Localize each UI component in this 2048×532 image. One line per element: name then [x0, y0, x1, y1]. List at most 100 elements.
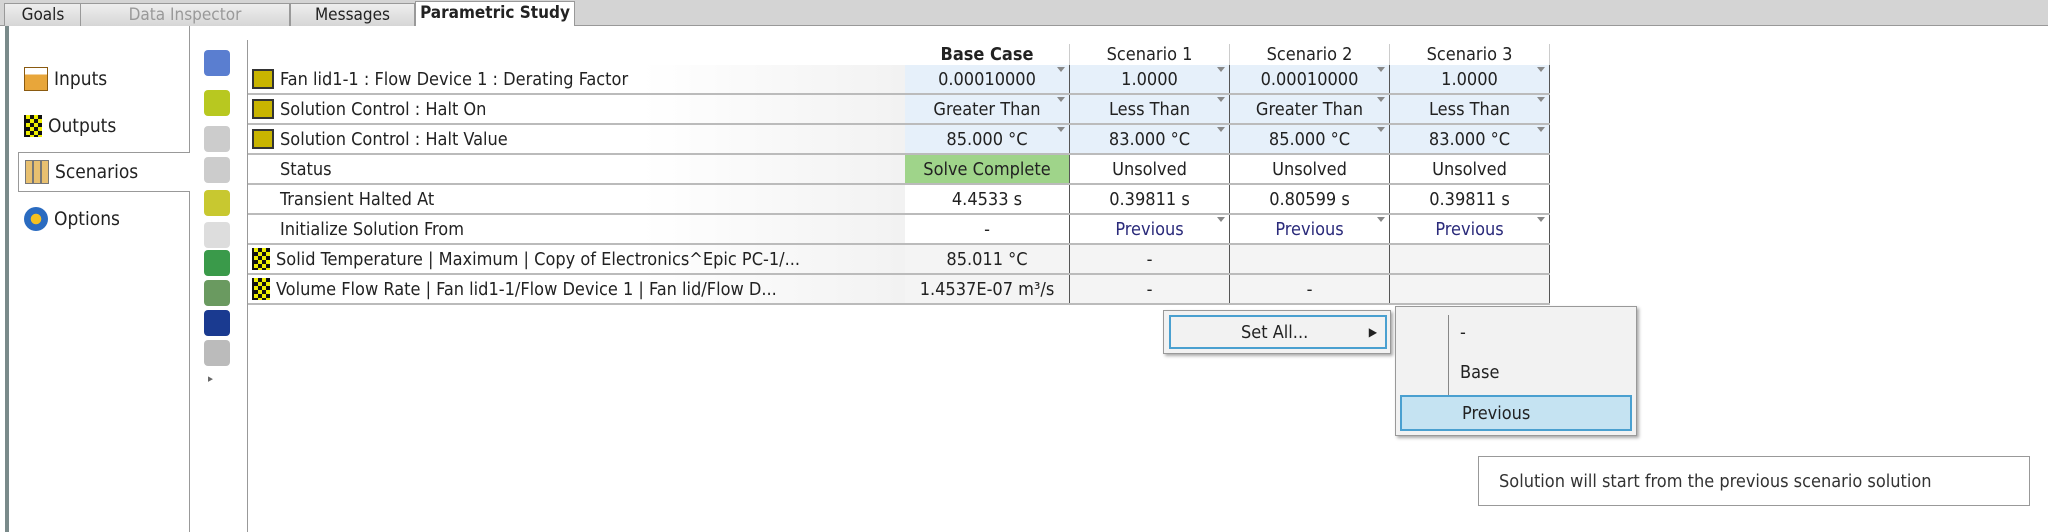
col-header[interactable]: Scenario 3: [1390, 44, 1550, 65]
checkered-flag-icon: [24, 115, 42, 137]
table-row: Transient Halted At 4.4533 s 0.39811 s 0.80…: [248, 185, 1550, 215]
import-icon[interactable]: [204, 190, 230, 216]
row-label: Initialize Solution From: [248, 215, 905, 243]
submenu-item-base[interactable]: Base: [1400, 355, 1632, 389]
col-header[interactable]: Scenario 2: [1230, 44, 1390, 65]
tab-messages[interactable]: Messages: [290, 3, 415, 26]
row-label: Solution Control : Halt Value: [248, 125, 905, 153]
tab-parametric-study[interactable]: Parametric Study: [415, 1, 575, 27]
cell: Solve Complete: [905, 155, 1070, 183]
cell[interactable]: 0.00010000: [1230, 65, 1390, 93]
cell: 1.4537E-07 m³/s: [905, 275, 1070, 303]
tab-goals[interactable]: Goals: [4, 3, 82, 26]
row-label-text: Transient Halted At: [280, 188, 435, 210]
nav-label: Options: [54, 208, 120, 230]
row-label-text: Solution Control : Halt On: [280, 98, 487, 120]
cell[interactable]: 85.000 °C: [1230, 125, 1390, 153]
row-label: Solid Temperature | Maximum | Copy of El…: [248, 245, 905, 273]
cell[interactable]: 85.000 °C: [905, 125, 1070, 153]
cell: 0.39811 s: [1070, 185, 1230, 213]
cell: 85.011 °C: [905, 245, 1070, 273]
cell[interactable]: Less Than: [1390, 95, 1550, 123]
submenu: - Base Previous: [1395, 306, 1637, 436]
cell: Unsolved: [1390, 155, 1550, 183]
row-label-text: Solid Temperature | Maximum | Copy of El…: [276, 248, 801, 270]
nav-label: Outputs: [48, 115, 117, 137]
tab-data-inspector[interactable]: Data Inspector: [80, 3, 290, 26]
cell[interactable]: 83.000 °C: [1070, 125, 1230, 153]
cell: -: [1070, 245, 1230, 273]
nav-options[interactable]: Options: [24, 199, 184, 239]
run-all-disabled-icon[interactable]: [204, 157, 230, 183]
hand-icon[interactable]: [204, 340, 230, 366]
cell[interactable]: 83.000 °C: [1390, 125, 1550, 153]
side-nav: Inputs Outputs Scenarios Options: [10, 26, 190, 532]
cell: -: [1230, 275, 1390, 303]
refresh-grid-icon[interactable]: [204, 50, 230, 76]
excel-import-icon[interactable]: [204, 280, 230, 306]
input-parameter-icon: [252, 129, 274, 149]
context-menu: Set All... ▶: [1163, 310, 1391, 354]
row-label: Transient Halted At: [248, 185, 905, 213]
folder-icon: [24, 67, 48, 91]
cell: 0.80599 s: [1230, 185, 1390, 213]
submenu-arrow-icon: ▶: [1368, 325, 1377, 339]
header-corner: [248, 44, 905, 65]
row-label-text: Solution Control : Halt Value: [280, 128, 508, 150]
gear-icon: [24, 207, 48, 231]
nav-inputs[interactable]: Inputs: [24, 59, 184, 99]
toolbar-column: ▸: [190, 40, 248, 532]
menu-item-set-all[interactable]: Set All... ▶: [1169, 315, 1387, 349]
run-icon[interactable]: [204, 90, 230, 116]
nav-outputs[interactable]: Outputs: [24, 106, 184, 146]
cell: [1390, 245, 1550, 273]
row-label-text: Fan lid1-1 : Flow Device 1 : Derating Fa…: [280, 68, 629, 90]
run-disabled-icon[interactable]: [204, 126, 230, 152]
cell[interactable]: 0.00010000: [905, 65, 1070, 93]
submenu-item-previous[interactable]: Previous: [1400, 395, 1632, 431]
cell[interactable]: 1.0000: [1070, 65, 1230, 93]
cell: [1230, 245, 1390, 273]
cell[interactable]: Less Than: [1070, 95, 1230, 123]
cell: Unsolved: [1070, 155, 1230, 183]
table-row: Fan lid1-1 : Flow Device 1 : Derating Fa…: [248, 65, 1550, 95]
cell: 0.39811 s: [1390, 185, 1550, 213]
row-label: Fan lid1-1 : Flow Device 1 : Derating Fa…: [248, 65, 905, 93]
cell: Unsolved: [1230, 155, 1390, 183]
submenu-item-none[interactable]: -: [1400, 315, 1632, 349]
cell[interactable]: Previous: [1230, 215, 1390, 243]
view-icon[interactable]: [204, 222, 230, 248]
excel-icon[interactable]: [204, 250, 230, 276]
table-row: Initialize Solution From - Previous Previou…: [248, 215, 1550, 245]
cell[interactable]: Greater Than: [905, 95, 1070, 123]
cell[interactable]: 1.0000: [1390, 65, 1550, 93]
grid-icon: [25, 160, 49, 184]
row-label: Solution Control : Halt On: [248, 95, 905, 123]
table-row: Status Solve Complete Unsolved Unsolved Unso…: [248, 155, 1550, 185]
nav-scenarios[interactable]: Scenarios: [18, 152, 190, 192]
tooltip: Solution will start from the previous sc…: [1478, 456, 2030, 506]
col-header[interactable]: Scenario 1: [1070, 44, 1230, 65]
cell[interactable]: Previous: [1070, 215, 1230, 243]
input-parameter-icon: [252, 69, 274, 89]
nav-label: Scenarios: [55, 161, 139, 183]
row-label: Volume Flow Rate | Fan lid1-1/Flow Devic…: [248, 275, 905, 303]
row-label-text: Volume Flow Rate | Fan lid1-1/Flow Devic…: [276, 278, 777, 300]
input-parameter-icon: [252, 99, 274, 119]
row-label-text: Initialize Solution From: [280, 218, 464, 240]
col-header[interactable]: Base Case: [905, 44, 1070, 65]
cell: -: [1070, 275, 1230, 303]
table-row: Volume Flow Rate | Fan lid1-1/Flow Devic…: [248, 275, 1550, 305]
cell: [1390, 275, 1550, 303]
cell[interactable]: Previous: [1390, 215, 1550, 243]
table-row: Solution Control : Halt On Greater Than Le…: [248, 95, 1550, 125]
cell[interactable]: Greater Than: [1230, 95, 1390, 123]
nav-label: Inputs: [54, 68, 108, 90]
expand-icon[interactable]: ▸: [208, 372, 213, 385]
camera-icon[interactable]: [204, 310, 230, 336]
cell[interactable]: -: [905, 215, 1070, 243]
menu-label: Set All...: [1241, 321, 1309, 343]
row-label-text: Status: [280, 158, 332, 180]
checkered-flag-icon: [252, 278, 270, 300]
row-label: Status: [248, 155, 905, 183]
